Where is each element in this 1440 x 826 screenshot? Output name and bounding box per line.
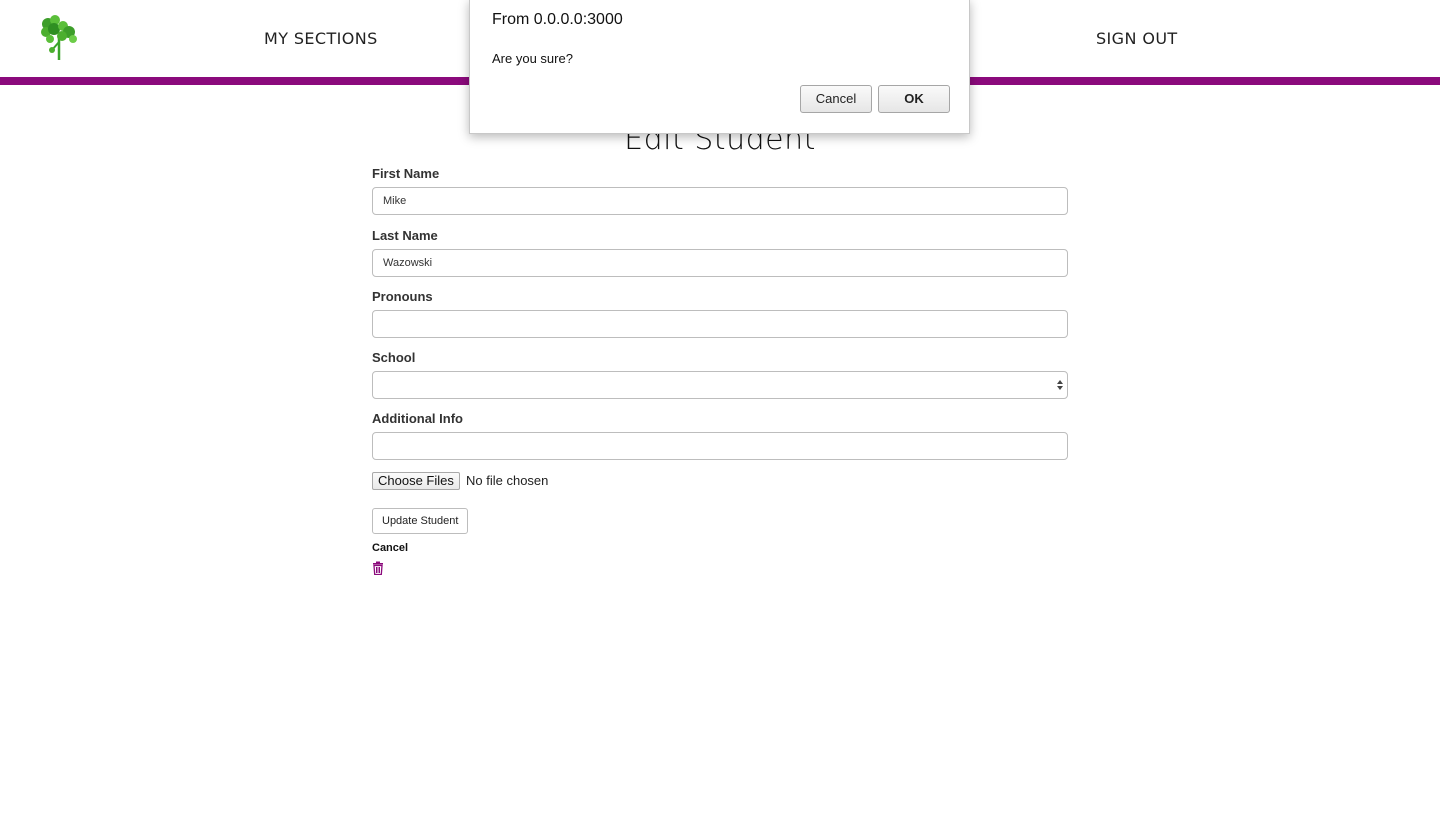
update-student-button[interactable]: Update Student <box>372 508 469 534</box>
last-name-input[interactable]: Wazowski <box>372 249 1068 277</box>
cancel-link[interactable]: Cancel <box>372 542 408 554</box>
pronouns-label: Pronouns <box>372 289 433 304</box>
pronouns-input[interactable] <box>372 310 1068 338</box>
last-name-label: Last Name <box>372 228 438 243</box>
nav-my-sections-link[interactable]: MY SECTIONS <box>264 29 378 48</box>
confirm-dialog: From 0.0.0.0:3000 Are you sure? Cancel O… <box>469 0 970 134</box>
first-name-input[interactable]: Mike <box>372 187 1068 215</box>
select-arrows-icon <box>1057 380 1063 390</box>
dialog-message: Are you sure? <box>492 51 573 66</box>
dialog-ok-button[interactable]: OK <box>878 85 950 113</box>
additional-info-input[interactable] <box>372 432 1068 460</box>
trash-icon[interactable] <box>372 561 384 575</box>
school-select[interactable] <box>372 371 1068 399</box>
nav-sign-out-link[interactable]: SIGN OUT <box>1096 29 1178 48</box>
dialog-title: From 0.0.0.0:3000 <box>492 11 623 28</box>
dialog-cancel-button[interactable]: Cancel <box>800 85 872 113</box>
school-label: School <box>372 350 416 365</box>
file-status-text: No file chosen <box>466 473 549 488</box>
page: MY SECTIONS SIGN OUT Edit Student First … <box>0 0 1440 826</box>
choose-files-button[interactable]: Choose Files <box>372 472 460 490</box>
additional-info-label: Additional Info <box>372 411 463 426</box>
first-name-label: First Name <box>372 166 440 181</box>
parsley-leaf-icon[interactable] <box>38 14 80 62</box>
